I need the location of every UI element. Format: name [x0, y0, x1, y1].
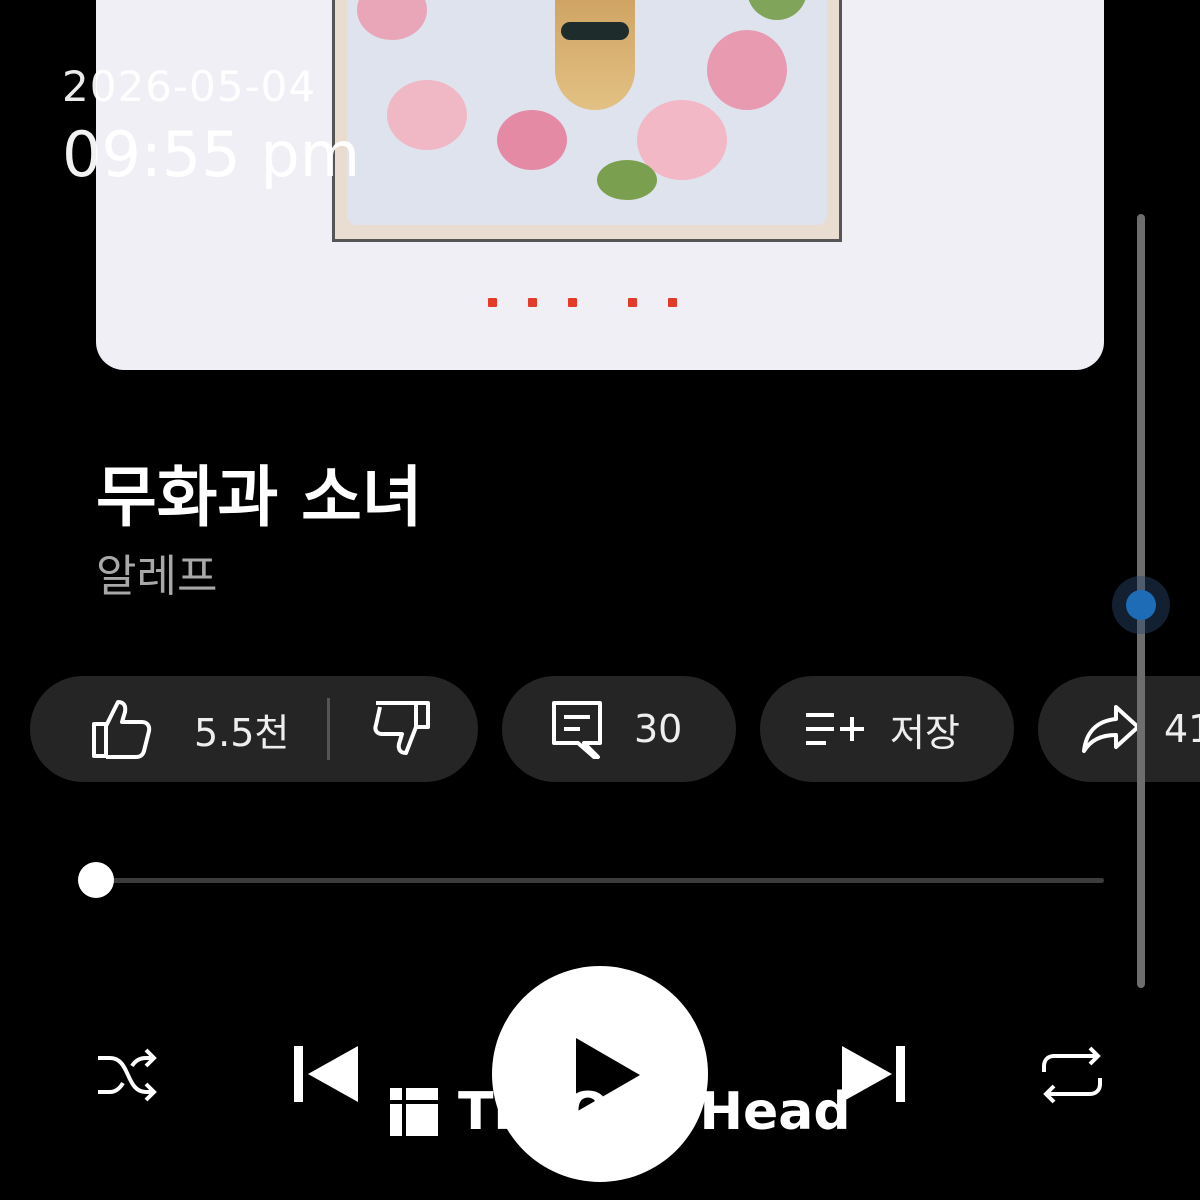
like-count: 5.5천 [194, 710, 290, 755]
album-art-frame [332, 0, 842, 242]
album-art-hair-tie [561, 22, 629, 40]
watermark-text: TheQoo Head [458, 1082, 851, 1142]
progress-knob[interactable] [78, 862, 114, 898]
like-divider [327, 698, 331, 760]
share-button[interactable]: 41 [1038, 676, 1200, 782]
date-stamp: 2026-05-04 [62, 62, 317, 111]
album-art-flower [357, 0, 427, 40]
track-artist[interactable]: 알레프 [96, 540, 217, 604]
comment-icon [550, 699, 604, 759]
progress-track[interactable] [96, 878, 1104, 883]
track-title: 무화과 소녀 [96, 459, 423, 536]
comment-count: 30 [634, 707, 683, 751]
share-count: 41 [1164, 707, 1200, 751]
time-stamp: 09:55 pm [62, 118, 361, 191]
play-button[interactable] [492, 966, 708, 1182]
album-art-flower [707, 30, 787, 110]
album-art-flower [387, 80, 467, 150]
album-art-leaf [747, 0, 807, 20]
watermark: TheQoo Head [390, 1082, 851, 1142]
add-to-playlist-icon [804, 709, 866, 749]
thumbs-down-icon[interactable] [372, 699, 432, 759]
album-art-braid [555, 0, 635, 110]
repeat-icon[interactable] [1040, 1046, 1104, 1108]
watermark-logo-icon [390, 1088, 438, 1136]
save-label: 저장 [890, 710, 960, 755]
album-art-leaf [597, 160, 657, 200]
previous-icon[interactable] [294, 1046, 360, 1106]
scrollbar-thumb[interactable] [1112, 576, 1170, 634]
save-button[interactable]: 저장 [760, 676, 1014, 782]
share-icon [1082, 703, 1142, 755]
album-art-image [347, 0, 827, 225]
comment-button[interactable]: 30 [502, 676, 736, 782]
thumbs-up-icon[interactable] [88, 696, 154, 762]
shuffle-icon[interactable] [96, 1046, 158, 1108]
album-art-flower [497, 110, 567, 170]
like-dislike-pill: 5.5천 [30, 676, 478, 782]
